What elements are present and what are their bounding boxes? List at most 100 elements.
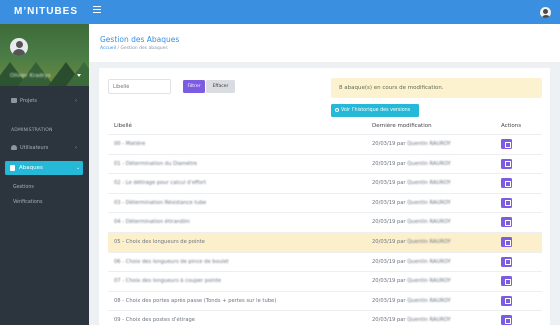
breadcrumb-current: Gestion des abaques [120, 46, 168, 51]
cell-date-text: 20/03/19 par [372, 141, 406, 147]
user-menu-avatar-icon[interactable] [540, 7, 551, 18]
column-header-libelle: Libellé [114, 123, 132, 129]
cell-libelle: 00 - Matière [114, 141, 146, 147]
cell-author: Quentin RAUROY [407, 199, 451, 206]
edit-icon[interactable] [501, 256, 512, 267]
breadcrumb-home-link[interactable]: Accueil [100, 46, 116, 51]
cell-libelle: 04 - Détermination étirandim [114, 219, 190, 226]
cell-date-text: 20/03/19 par [372, 258, 406, 265]
clear-button[interactable]: Effacer [206, 80, 235, 93]
sidebar-item-label: Abaques [19, 164, 43, 171]
version-history-label: Voir l’historique des versions [341, 108, 411, 113]
sidebar-subitem-verifications[interactable]: Vérifications [13, 200, 42, 205]
cell-last-modified: 20/03/19 par Quentin RAUROY [372, 317, 451, 323]
profile-avatar-icon [10, 38, 28, 56]
app-logo[interactable]: M’NITUBES [14, 6, 78, 17]
cell-last-modified: 20/03/19 par Quentin RAUROY [372, 180, 451, 186]
cell-author: Quentin RAUROY [407, 278, 451, 285]
edit-icon[interactable] [501, 237, 512, 247]
cell-last-modified: 20/03/19 par Quentin RAUROY [372, 141, 451, 147]
modification-alert: 8 abaque(s) en cours de modification. [331, 78, 542, 98]
menu-toggle-icon[interactable] [93, 6, 101, 13]
cell-author: Quentin RAUROY [407, 141, 451, 147]
cell-author: Quentin RAUROY [407, 219, 451, 226]
cell-last-modified: 20/03/19 par Quentin RAUROY [372, 161, 451, 167]
column-header-modification: Dernière modification [372, 123, 432, 129]
sidebar-profile: Olivier Kradrys [0, 24, 89, 86]
table-row: 05 - Choix des longueurs de pointe 20/03/… [108, 232, 542, 252]
table-row: 03 - Détermination Résistance tube 20/03/… [108, 192, 542, 213]
cell-author: Quentin RAUROY [407, 297, 451, 304]
abaques-card: Filtrer Effacer 8 abaque(s) en cours de … [99, 68, 550, 325]
version-history-button[interactable]: Voir l’historique des versions [331, 104, 419, 117]
cell-author: Quentin RAUROY [407, 258, 451, 265]
edit-icon[interactable] [501, 158, 512, 169]
chevron-down-icon[interactable] [77, 74, 81, 77]
table-row: 02 - Le détirage pour calcul d’effort 20/… [108, 173, 542, 193]
cell-last-modified: 20/03/19 par Quentin RAUROY [372, 200, 451, 206]
breadcrumb-separator: / [117, 46, 120, 51]
folder-icon [11, 98, 17, 103]
table-row: 09 - Choix des postes d’étirage 20/03/19 … [108, 310, 542, 325]
cell-libelle: 07 - Choix des longueurs à couper pointe [114, 278, 222, 285]
chevron-left-icon: ‹ [75, 145, 77, 151]
sidebar-item-abaques[interactable]: Abaques ⌄ [5, 161, 83, 175]
document-icon [10, 165, 15, 171]
cell-libelle: 08 - Choix des portes après passe (Tonds… [114, 297, 277, 304]
edit-icon[interactable] [501, 197, 512, 208]
cell-date-text: 20/03/19 par [372, 278, 406, 285]
sidebar-item-utilisateurs[interactable]: Utilisateurs ‹ [0, 141, 89, 155]
profile-name[interactable]: Olivier Kradrys [10, 73, 51, 79]
cell-libelle: 01 - Détermination du Diamètre [114, 160, 198, 167]
edit-icon[interactable] [501, 178, 512, 189]
filter-button[interactable]: Filtrer [183, 80, 205, 93]
table-row: 01 - Détermination du Diamètre 20/03/19 p… [108, 153, 542, 174]
column-header-actions: Actions [501, 123, 522, 129]
cell-date-text: 20/03/19 par [372, 317, 406, 324]
cell-author: Quentin RAUROY [407, 160, 451, 167]
cell-last-modified: 20/03/19 par Quentin RAUROY [372, 298, 451, 304]
cell-last-modified: 20/03/19 par Quentin RAUROY [372, 239, 451, 245]
top-navbar: M’NITUBES [0, 0, 560, 24]
cell-author: Quentin RAUROY [407, 317, 451, 324]
cell-author: Quentin RAUROY [407, 239, 451, 245]
chevron-down-icon: ⌄ [76, 164, 81, 171]
sidebar: Olivier Kradrys Projets ‹ ADMINISTRATION… [0, 24, 89, 325]
sidebar-section-title: ADMINISTRATION [11, 128, 53, 133]
cell-libelle: 06 - Choix des longueurs de pince de bou… [114, 258, 229, 265]
edit-icon[interactable] [501, 295, 512, 306]
sidebar-item-label: Projets [20, 98, 37, 104]
cell-date-text: 20/03/19 par [372, 199, 406, 206]
cell-libelle: 05 - Choix des longueurs de pointe [114, 239, 205, 245]
cell-last-modified: 20/03/19 par Quentin RAUROY [372, 259, 451, 265]
page-title: Gestion des Abaques [100, 35, 180, 44]
cell-last-modified: 20/03/19 par Quentin RAUROY [372, 219, 451, 225]
sidebar-item-projets[interactable]: Projets ‹ [0, 94, 89, 108]
sidebar-subitem-gestions[interactable]: Gestions [13, 185, 34, 190]
cell-date-text: 20/03/19 par [372, 239, 406, 245]
edit-icon[interactable] [501, 315, 512, 325]
page-header: Gestion des Abaques Accueil / Gestion de… [89, 24, 560, 62]
sidebar-item-label: Utilisateurs [20, 145, 49, 151]
breadcrumb: Accueil / Gestion des abaques [100, 46, 168, 51]
edit-icon[interactable] [501, 276, 512, 287]
edit-icon[interactable] [501, 217, 512, 228]
cell-date-text: 20/03/19 par [372, 297, 406, 304]
table-row: 00 - Matière 20/03/19 par Quentin RAUROY [108, 134, 542, 154]
cell-date-text: 20/03/19 par [372, 180, 406, 187]
cell-author: Quentin RAUROY [407, 180, 451, 187]
cell-libelle: 03 - Détermination Résistance tube [114, 199, 207, 206]
libelle-search-input[interactable] [108, 79, 171, 94]
users-icon [11, 145, 17, 150]
table-row: 07 - Choix des longueurs à couper pointe… [108, 271, 542, 291]
cell-libelle: 02 - Le détirage pour calcul d’effort [114, 180, 207, 187]
history-icon [335, 107, 339, 112]
cell-last-modified: 20/03/19 par Quentin RAUROY [372, 278, 451, 284]
cell-libelle: 09 - Choix des postes d’étirage [114, 317, 196, 324]
chevron-left-icon: ‹ [75, 98, 77, 104]
cell-date-text: 20/03/19 par [372, 219, 406, 226]
edit-icon[interactable] [501, 139, 512, 149]
table-row: 04 - Détermination étirandim 20/03/19 par… [108, 212, 542, 232]
cell-date-text: 20/03/19 par [372, 160, 406, 167]
table-row: 06 - Choix des longueurs de pince de bou… [108, 251, 542, 272]
